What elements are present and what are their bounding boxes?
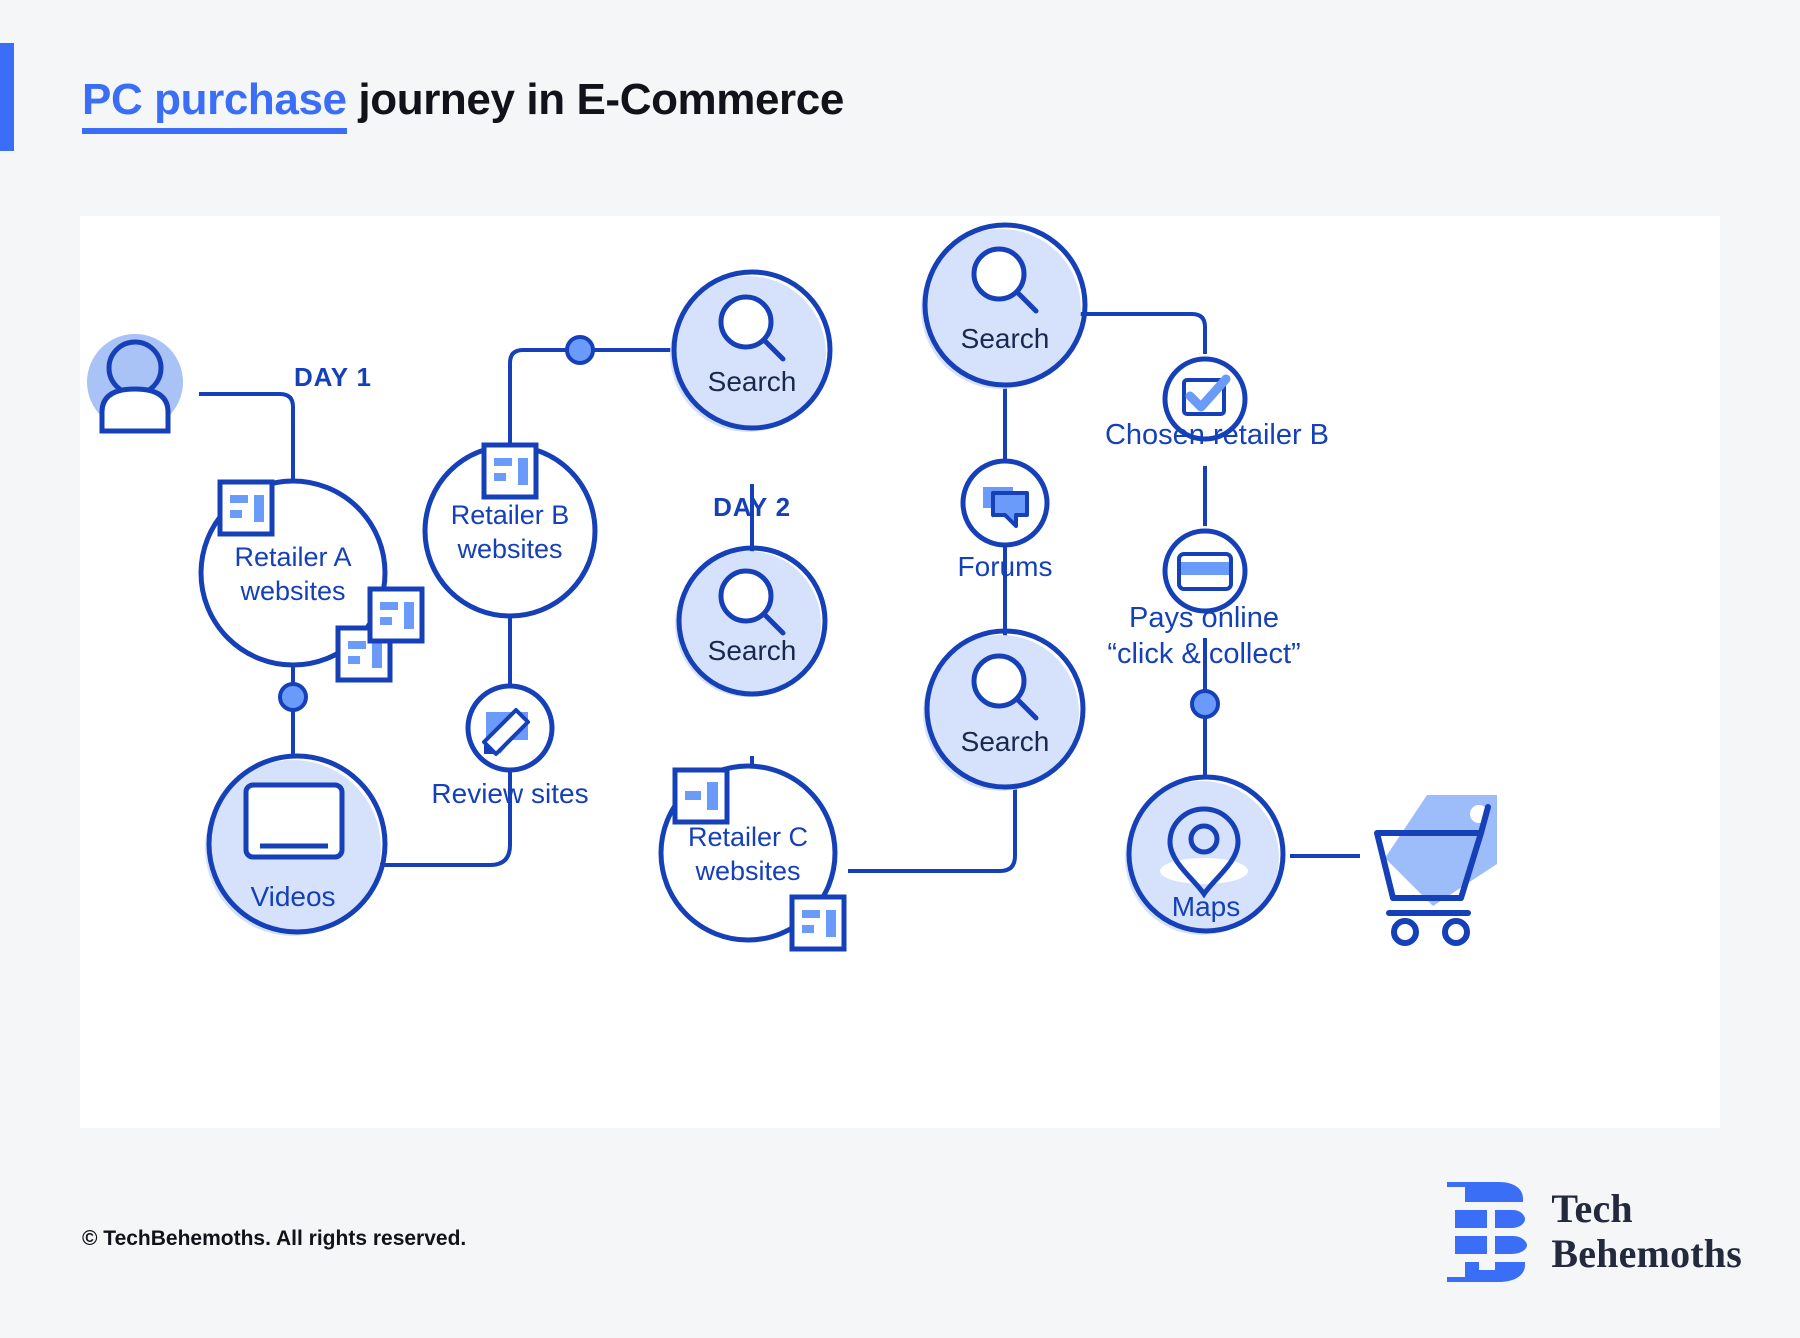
node-maps[interactable]: Maps — [1125, 774, 1286, 935]
connector-dot — [1190, 689, 1220, 719]
pays-online-label-line1: Pays online — [1129, 602, 1279, 634]
browser-window-icon — [370, 589, 422, 641]
search-4-label: Search — [961, 323, 1050, 354]
node-pays-online[interactable]: Pays online “click & collect” — [1107, 528, 1301, 670]
credit-card-icon — [1177, 552, 1233, 591]
search-2-label: Search — [708, 635, 797, 666]
retailer-b-label-line2: websites — [456, 534, 562, 564]
chosen-retailer-label: Chosen retailer B — [1105, 419, 1329, 451]
footer-copyright: © TechBehemoths. All rights reserved. — [82, 1227, 467, 1250]
tech-behemoths-logo-icon — [1447, 1182, 1528, 1282]
node-search-1[interactable]: Search — [670, 269, 833, 432]
connector-dot — [565, 335, 595, 365]
node-retailer-c[interactable]: Retailer C websites — [658, 763, 844, 949]
node-chosen-retailer[interactable]: Chosen retailer B — [1105, 356, 1329, 451]
brand-logo-text: Tech Behemoths — [1551, 1186, 1742, 1277]
node-retailer-b[interactable]: Retailer B websites — [370, 445, 598, 641]
videos-label: Videos — [250, 881, 335, 912]
review-sites-label: Review sites — [431, 778, 588, 809]
node-cart[interactable] — [1374, 795, 1497, 946]
diagram-canvas: DAY 1 Retailer A websites Videos Retaile… — [80, 216, 1720, 1128]
browser-window-icon — [220, 482, 272, 534]
browser-window-icon — [484, 445, 536, 497]
shopping-cart-tag-icon — [1374, 795, 1497, 946]
brand-logo-line2: Behemoths — [1551, 1231, 1742, 1276]
forums-label: Forums — [958, 551, 1053, 582]
retailer-c-label-line1: Retailer C — [688, 822, 808, 852]
page-title: PC purchase journey in E-Commerce — [82, 75, 844, 134]
page-title-highlight: PC purchase — [82, 75, 347, 134]
retailer-b-label-line1: Retailer B — [451, 500, 570, 530]
retailer-c-label-line2: websites — [694, 856, 800, 886]
brand-logo: Tech Behemoths — [1443, 1178, 1742, 1286]
brand-logo-line1: Tech — [1551, 1186, 1633, 1232]
maps-label: Maps — [1172, 891, 1240, 922]
retailer-a-label-line1: Retailer A — [234, 542, 351, 572]
node-forums[interactable]: Forums — [958, 458, 1053, 582]
node-search-4[interactable]: Search — [921, 222, 1088, 389]
node-search-3[interactable]: Search — [923, 628, 1086, 791]
node-user — [87, 334, 183, 434]
node-retailer-a[interactable]: Retailer A websites — [198, 478, 390, 680]
day-1-label: DAY 1 — [294, 362, 372, 392]
video-play-icon — [243, 782, 345, 860]
node-review-sites[interactable]: Review sites — [431, 683, 589, 809]
browser-window-icon — [675, 770, 727, 822]
node-search-2[interactable]: Search — [675, 545, 828, 697]
checkbox-checked-icon — [1182, 374, 1231, 416]
search-1-label: Search — [708, 366, 797, 397]
browser-window-icon — [792, 897, 844, 949]
search-3-label: Search — [961, 726, 1050, 757]
node-videos[interactable]: Videos — [205, 753, 388, 936]
retailer-a-label-line2: websites — [239, 576, 345, 606]
pays-online-label-line2: “click & collect” — [1107, 638, 1300, 670]
day-2-label: DAY 2 — [713, 492, 791, 522]
connector-dot — [278, 682, 308, 712]
title-accent-bar — [0, 43, 14, 151]
page-title-rest: journey in E-Commerce — [346, 75, 844, 124]
